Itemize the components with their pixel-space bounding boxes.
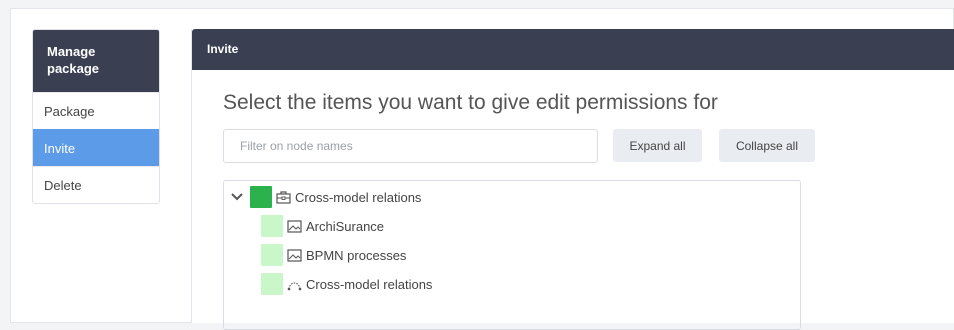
tree-node-label: Cross-model relations xyxy=(306,276,433,292)
relations-icon xyxy=(287,278,302,291)
tree-node-root: Cross-model relations xyxy=(230,186,421,208)
filter-input[interactable] xyxy=(223,129,598,163)
tree-node-child: ArchiSurance xyxy=(261,215,384,237)
package-icon xyxy=(276,190,291,204)
tree-node-label: BPMN processes xyxy=(306,247,407,263)
collapse-all-button[interactable]: Collapse all xyxy=(719,129,815,162)
sidebar-item-package[interactable]: Package xyxy=(33,92,159,129)
invite-panel: Invite Select the items you want to give… xyxy=(191,29,954,330)
chevron-down-icon[interactable] xyxy=(230,190,244,204)
page-heading: Select the items you want to give edit p… xyxy=(223,91,718,114)
view-icon xyxy=(287,248,302,262)
expand-all-button[interactable]: Expand all xyxy=(613,129,702,162)
view-icon xyxy=(287,219,302,233)
tree-node-label: ArchiSurance xyxy=(306,218,385,234)
sidebar: Manage package Package Invite Delete xyxy=(32,29,160,204)
permission-tree: Cross-model relations ArchiSurance BPMN … xyxy=(223,180,801,330)
permission-checkbox[interactable] xyxy=(261,244,283,266)
sidebar-title: Manage package xyxy=(33,30,159,92)
tree-node-child: Cross-model relations xyxy=(261,273,432,295)
tree-node-child: BPMN processes xyxy=(261,244,406,266)
permission-checkbox[interactable] xyxy=(261,215,283,237)
permission-checkbox[interactable] xyxy=(261,273,283,295)
tree-node-label: Cross-model relations xyxy=(295,189,422,205)
panel-title: Invite xyxy=(192,29,954,70)
sidebar-item-invite[interactable]: Invite xyxy=(33,129,159,166)
sidebar-item-delete[interactable]: Delete xyxy=(33,166,159,203)
permission-checkbox-selected[interactable] xyxy=(250,186,272,208)
